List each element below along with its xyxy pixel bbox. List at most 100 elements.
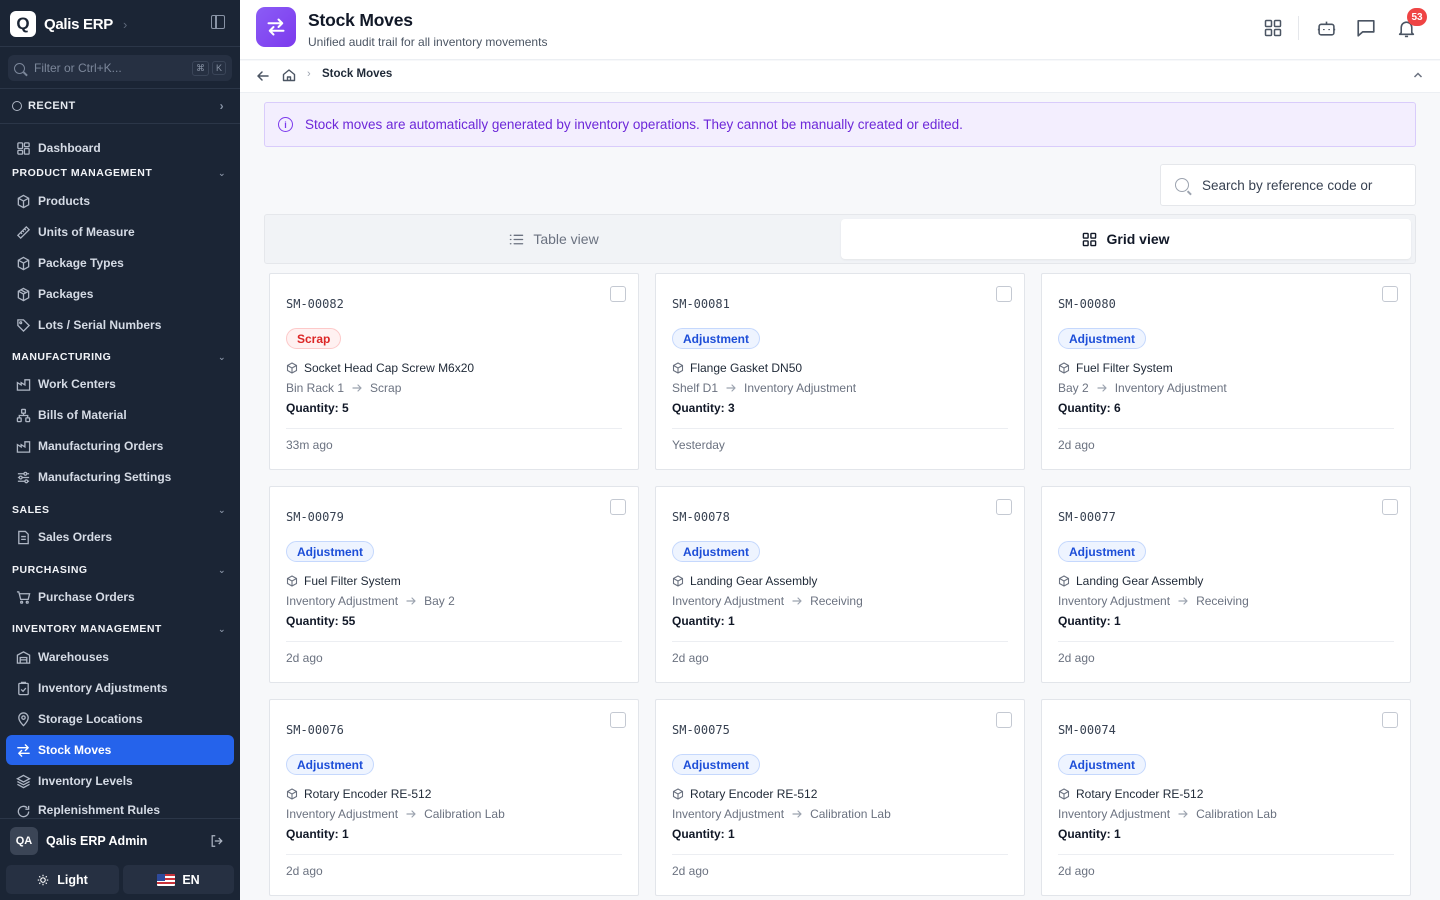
select-checkbox[interactable] (1382, 286, 1398, 302)
timestamp: 2d ago (672, 864, 709, 878)
search-icon (14, 62, 25, 74)
sidebar-item-dashboard[interactable]: Dashboard (6, 133, 234, 163)
select-checkbox[interactable] (610, 712, 626, 728)
list-icon (510, 234, 524, 244)
stock-move-card[interactable]: SM-00080 Adjustment Fuel Filter System B… (1041, 273, 1411, 470)
route-row: Bin Rack 1 Scrap (286, 381, 401, 395)
stock-move-card[interactable]: SM-00076 Adjustment Rotary Encoder RE-51… (269, 699, 639, 896)
move-type-badge: Adjustment (672, 754, 760, 775)
section-inventory-management[interactable]: INVENTORY MANAGEMENT ⌄ (12, 623, 226, 635)
chevron-right-icon: › (219, 99, 224, 113)
breadcrumb: › Stock Moves (240, 61, 1440, 93)
arrow-right-icon (406, 810, 416, 818)
arrow-right-icon (352, 384, 362, 392)
sidebar-filter[interactable]: Filter or Ctrl+K... ⌘ K (8, 55, 232, 81)
sidebar-item-label: Work Centers (38, 377, 116, 391)
stock-move-card[interactable]: SM-00078 Adjustment Landing Gear Assembl… (655, 486, 1025, 683)
divider (1058, 854, 1394, 855)
product-name: Rotary Encoder RE-512 (1076, 787, 1204, 801)
select-checkbox[interactable] (1382, 712, 1398, 728)
collapse-sidebar-icon[interactable] (211, 15, 225, 29)
dashboard-icon (15, 140, 31, 156)
destination-location: Calibration Lab (424, 807, 505, 821)
sidebar-item-stock-moves[interactable]: Stock Moves (6, 735, 234, 765)
sidebar-item-products[interactable]: Products (6, 186, 234, 216)
divider (0, 123, 240, 124)
section-sales[interactable]: SALES ⌄ (12, 504, 226, 516)
stock-move-card[interactable]: SM-00079 Adjustment Fuel Filter System I… (269, 486, 639, 683)
destination-location: Receiving (810, 594, 863, 608)
transfer-arrows-icon (256, 7, 296, 47)
sidebar-item-work-centers[interactable]: Work Centers (6, 369, 234, 399)
sidebar-item-label: Warehouses (38, 650, 109, 664)
select-checkbox[interactable] (996, 712, 1012, 728)
stock-move-card[interactable]: SM-00081 Adjustment Flange Gasket DN50 S… (655, 273, 1025, 470)
timestamp: 2d ago (1058, 651, 1095, 665)
chevron-up-icon[interactable] (1412, 69, 1424, 81)
sidebar-item-label: Replenishment Rules (38, 803, 161, 817)
sidebar-item-packages[interactable]: Packages (6, 279, 234, 309)
user-profile[interactable]: QA Qalis ERP Admin (10, 827, 230, 855)
sidebar-item-package-types[interactable]: Package Types (6, 248, 234, 278)
sidebar-item-label: Inventory Levels (38, 774, 133, 788)
apps-grid-icon[interactable] (1262, 17, 1284, 39)
select-checkbox[interactable] (1382, 499, 1398, 515)
move-type-badge: Adjustment (286, 754, 374, 775)
section-purchasing[interactable]: PURCHASING ⌄ (12, 564, 226, 576)
sun-icon (37, 874, 49, 885)
sidebar-item-sales-orders[interactable]: Sales Orders (6, 522, 234, 552)
sidebar-item-label: Dashboard (38, 141, 101, 155)
sidebar-item-label: Package Types (38, 256, 124, 270)
search-box[interactable] (1160, 164, 1416, 206)
select-checkbox[interactable] (996, 286, 1012, 302)
sidebar-item-manufacturing-settings[interactable]: Manufacturing Settings (6, 462, 234, 492)
stock-move-card[interactable]: SM-00075 Adjustment Rotary Encoder RE-51… (655, 699, 1025, 896)
sidebar-item-storage-locations[interactable]: Storage Locations (6, 704, 234, 734)
chevron-down-icon: ⌄ (217, 351, 226, 362)
section-manufacturing[interactable]: MANUFACTURING ⌄ (12, 351, 226, 363)
source-location: Inventory Adjustment (286, 807, 399, 821)
select-checkbox[interactable] (610, 286, 626, 302)
select-checkbox[interactable] (996, 499, 1012, 515)
stock-move-card[interactable]: SM-00074 Adjustment Rotary Encoder RE-51… (1041, 699, 1411, 896)
sidebar-item-inventory-levels[interactable]: Inventory Levels (6, 766, 234, 796)
divider (672, 641, 1008, 642)
tab-table-view[interactable]: Table view (269, 219, 839, 259)
bot-icon[interactable] (1315, 17, 1337, 39)
quantity: Quantity: 55 (286, 614, 356, 628)
chat-icon[interactable] (1355, 17, 1377, 39)
brand[interactable]: Q Qalis ERP › (10, 11, 127, 37)
app-logo: Q (10, 11, 36, 37)
arrow-left-icon[interactable] (256, 69, 270, 83)
source-location: Bin Rack 1 (286, 381, 345, 395)
product-row: Landing Gear Assembly (1058, 574, 1203, 588)
stock-move-card[interactable]: SM-00077 Adjustment Landing Gear Assembl… (1041, 486, 1411, 683)
sidebar-item-replenishment-rules[interactable]: Replenishment Rules (6, 797, 234, 819)
sidebar-item-bills-of-material[interactable]: Bills of Material (6, 400, 234, 430)
cube-icon (286, 575, 298, 587)
logout-icon[interactable] (210, 834, 224, 848)
product-name: Rotary Encoder RE-512 (690, 787, 818, 801)
layers-icon (15, 773, 31, 789)
sidebar-item-label: Lots / Serial Numbers (38, 318, 162, 332)
section-product-management[interactable]: PRODUCT MANAGEMENT ⌄ (12, 167, 226, 179)
sidebar-item-manufacturing-orders[interactable]: Manufacturing Orders (6, 431, 234, 461)
sidebar-item-lots-serial-numbers[interactable]: Lots / Serial Numbers (6, 310, 234, 340)
search-input[interactable] (1202, 177, 1402, 193)
tab-grid-view[interactable]: Grid view (841, 219, 1411, 259)
sidebar-item-purchase-orders[interactable]: Purchase Orders (6, 582, 234, 612)
quantity: Quantity: 1 (286, 827, 349, 841)
cube-icon (1058, 788, 1070, 800)
arrow-right-icon (1178, 810, 1188, 818)
divider (1058, 428, 1394, 429)
home-icon[interactable] (282, 68, 296, 82)
theme-toggle-button[interactable]: Light (6, 865, 119, 894)
sidebar-item-warehouses[interactable]: Warehouses (6, 642, 234, 672)
language-button[interactable]: EN (123, 865, 234, 894)
sidebar-item-units-of-measure[interactable]: Units of Measure (6, 217, 234, 247)
stock-move-card[interactable]: SM-00082 Scrap Socket Head Cap Screw M6x… (269, 273, 639, 470)
sidebar-item-inventory-adjustments[interactable]: Inventory Adjustments (6, 673, 234, 703)
recent-section[interactable]: RECENT › (12, 99, 224, 113)
select-checkbox[interactable] (610, 499, 626, 515)
page-title: Stock Moves (308, 10, 413, 30)
